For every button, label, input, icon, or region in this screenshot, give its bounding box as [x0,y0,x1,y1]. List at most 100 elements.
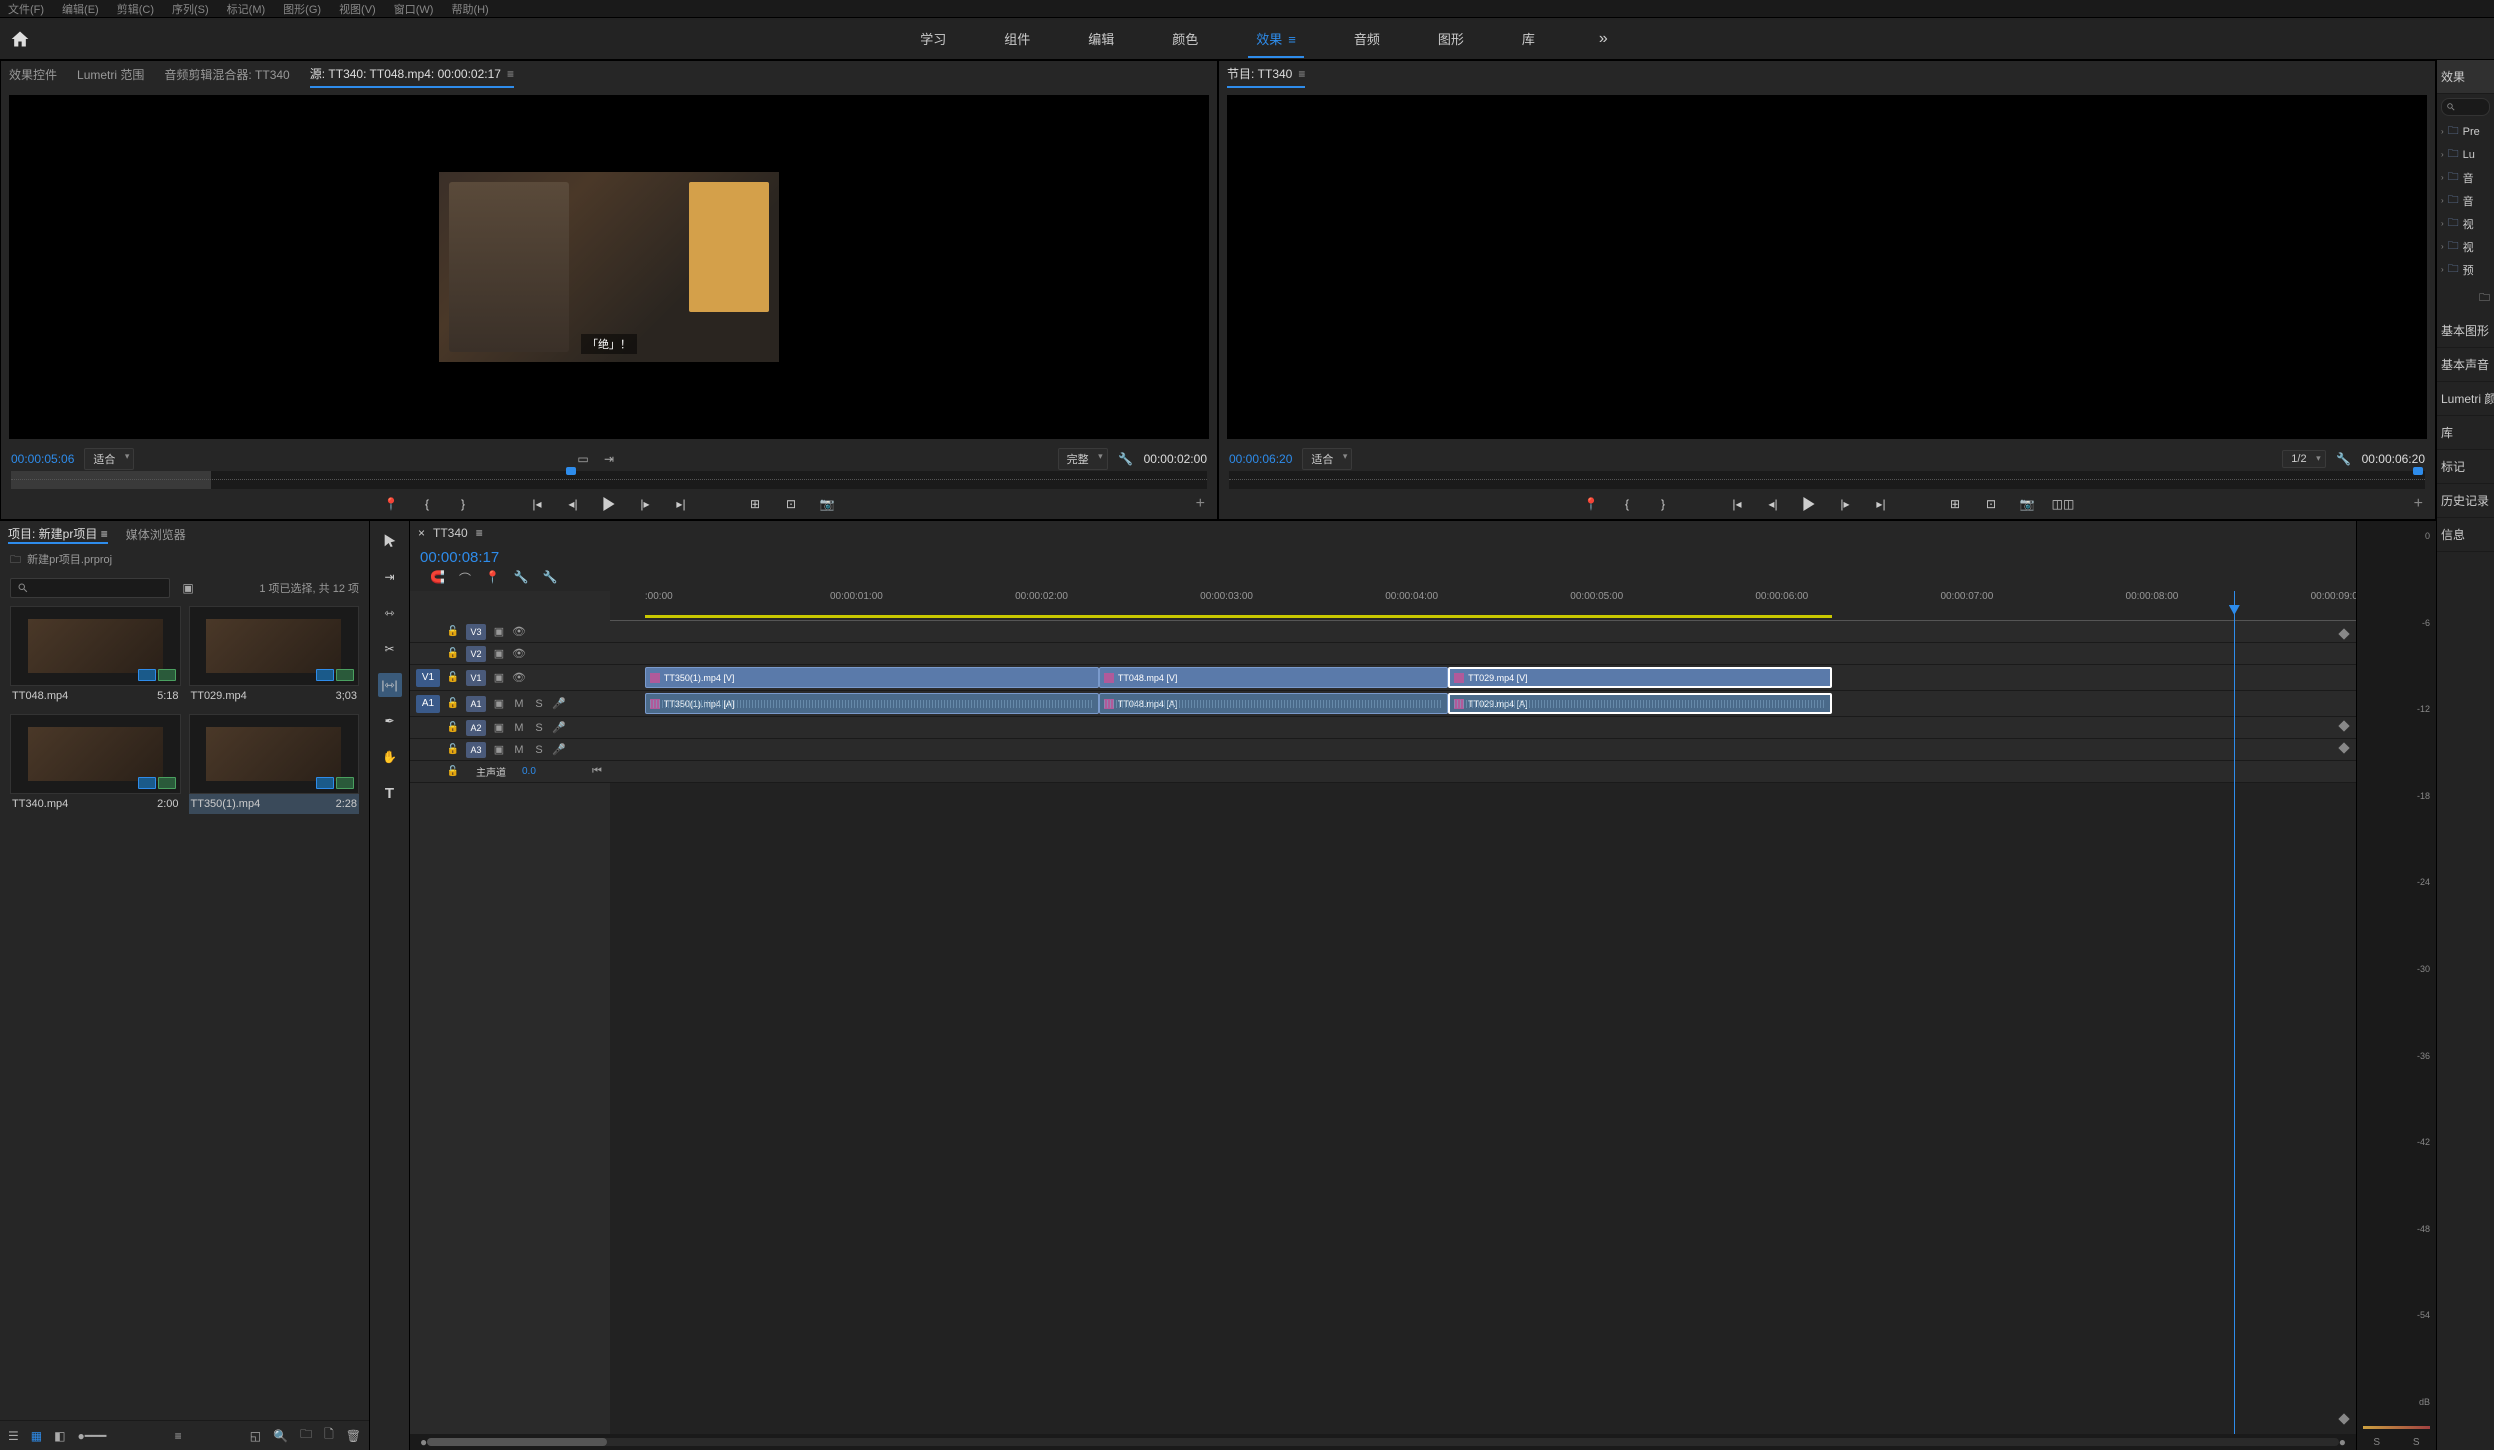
slip-tool[interactable]: |⇿| [378,673,402,697]
timeline-close-button[interactable]: × [418,526,425,540]
project-item[interactable]: TT029.mp43;03 [189,606,360,706]
new-bin-button[interactable]: 🗀 [300,1425,312,1446]
timeline-timecode[interactable]: 00:00:08:17 [420,549,499,566]
settings-wrench-icon[interactable]: 🔧 [1118,451,1134,467]
voice-icon[interactable]: 🎤 [552,721,566,734]
project-item[interactable]: TT340.mp42:00 [10,714,181,814]
collapsed-panel-tab[interactable]: 基本声音 [2437,348,2494,382]
extract-button[interactable]: ⊡ [1982,495,2000,513]
workspace-graphics[interactable]: 图形 [1434,19,1468,58]
workspace-color[interactable]: 颜色 [1168,19,1202,58]
source-timecode-in[interactable]: 00:00:05:06 [11,452,74,466]
program-scrubber[interactable] [1229,471,2425,489]
tab-program[interactable]: 节目: TT340≡ [1227,61,1305,88]
menu-file[interactable]: 文件(F) [8,1,44,17]
timeline-ruler[interactable]: :00:0000:00:01:0000:00:02:0000:00:03:000… [610,591,2356,621]
workspace-editing[interactable]: 编辑 [1084,19,1118,58]
new-bin-icon[interactable]: 🗀 [2479,289,2490,308]
effects-folder[interactable]: ›🗀Pre [2441,120,2490,143]
lock-icon[interactable]: 🔓 [446,766,460,777]
timeline-h-scroll[interactable]: ● ● [410,1434,2356,1450]
voice-icon[interactable]: 🎤 [552,743,566,756]
sync-lock-icon[interactable]: ▣ [492,625,506,638]
collapsed-panel-tab[interactable]: 基本图形 [2437,314,2494,348]
step-forward-button[interactable]: |▸ [636,495,654,513]
mark-in-button[interactable]: { [1618,495,1636,513]
type-tool[interactable]: T [378,781,402,805]
effects-search-input[interactable] [2441,98,2490,116]
project-search-input[interactable] [10,578,170,598]
insert-overwrite-icon[interactable]: ⇥ [601,451,617,467]
solo-button[interactable]: S [532,698,546,710]
freeform-view-button[interactable]: ◧ [54,1429,65,1443]
source-fit-dropdown[interactable]: 适合 [84,448,134,470]
selection-tool[interactable] [378,529,402,553]
voice-icon[interactable]: 🎤 [552,697,566,710]
timeline-sequence-tab[interactable]: TT340 [433,526,468,540]
lock-icon[interactable]: 🔓 [446,698,460,709]
track-header-a2[interactable]: 🔓A2▣MS🎤 [410,717,610,739]
source-scrubber[interactable] [11,471,1207,489]
track-a3[interactable] [610,739,2356,761]
solo-button[interactable]: S [532,722,546,734]
go-to-in-button[interactable]: |◂ [1728,495,1746,513]
add-marker-button[interactable]: 📍 [382,495,400,513]
collapsed-panel-tab[interactable]: Lumetri 颜 [2437,382,2494,416]
find-button[interactable]: 🔍 [273,1429,288,1443]
export-frame-button[interactable]: 📷 [2018,495,2036,513]
effects-folder[interactable]: ›🗀预 [2441,258,2490,281]
timeline-clip[interactable]: TT029.mp4 [A] [1448,693,1832,714]
track-header-v2[interactable]: 🔓V2▣👁 [410,643,610,665]
fx-badge-icon[interactable] [1104,673,1114,683]
program-monitor-view[interactable] [1227,95,2427,439]
menu-window[interactable]: 窗口(W) [394,1,434,17]
track-header-a3[interactable]: 🔓A3▣MS🎤 [410,739,610,761]
delete-button[interactable]: 🗑 [346,1429,361,1443]
lock-icon[interactable]: 🔓 [446,626,460,637]
fx-badge-icon[interactable] [650,673,660,683]
menu-mark[interactable]: 标记(M) [227,1,266,17]
timeline-tracks-area[interactable]: :00:0000:00:01:0000:00:02:0000:00:03:000… [610,591,2356,1434]
timeline-clip[interactable]: TT048.mp4 [A] [1099,693,1448,714]
solo-right-button[interactable]: S [2413,1437,2420,1448]
timeline-clip[interactable]: TT350(1).mp4 [A] [645,693,1099,714]
automate-to-seq-button[interactable]: ◱ [250,1429,261,1443]
effects-folder[interactable]: ›🗀视 [2441,235,2490,258]
source-monitor-view[interactable]: 「绝」！ [9,95,1209,439]
go-to-out-button[interactable]: ▸| [672,495,690,513]
workspace-libraries[interactable]: 库 [1518,19,1539,58]
keyframe-icon[interactable] [2338,628,2349,639]
timeline-clip[interactable]: TT048.mp4 [V] [1099,667,1448,688]
lock-icon[interactable]: 🔓 [446,648,460,659]
snap-button[interactable]: 🧲 [430,570,445,587]
timeline-clip[interactable]: TT350(1).mp4 [V] [645,667,1099,688]
mute-button[interactable]: M [512,722,526,734]
eye-icon[interactable]: 👁 [512,647,526,660]
keyframe-icon[interactable] [2338,742,2349,753]
hand-tool[interactable]: ✋ [378,745,402,769]
tab-effect-controls[interactable]: 效果控件 [9,62,57,87]
fx-badge-icon[interactable] [1104,699,1114,709]
keyframe-icon[interactable] [2338,720,2349,731]
icon-view-button[interactable]: ▦ [31,1429,42,1443]
lock-icon[interactable]: 🔓 [446,722,460,733]
playhead[interactable] [2234,591,2235,1434]
track-master[interactable] [610,761,2356,783]
mute-button[interactable]: M [512,744,526,756]
overwrite-button[interactable]: ⊡ [782,495,800,513]
track-header-v1[interactable]: V1🔓V1▣👁 [410,665,610,691]
go-to-in-button[interactable]: |◂ [528,495,546,513]
project-item[interactable]: TT350(1).mp42:28 [189,714,360,814]
effects-folder[interactable]: ›🗀Lu [2441,143,2490,166]
source-patch-v1[interactable]: V1 [416,669,440,687]
tab-lumetri-scopes[interactable]: Lumetri 范围 [77,62,144,87]
collapsed-panel-tab[interactable]: 历史记录 [2437,484,2494,518]
timeline-clip[interactable]: TT029.mp4 [V] [1448,667,1832,688]
add-marker-button[interactable]: 📍 [1582,495,1600,513]
mute-button[interactable]: M [512,698,526,710]
play-button[interactable] [1800,495,1818,513]
add-marker-button[interactable]: 📍 [485,570,500,587]
track-v2[interactable] [610,643,2356,665]
button-editor-button[interactable]: + [1196,495,1205,513]
track-header-v3[interactable]: 🔓V3▣👁 [410,621,610,643]
